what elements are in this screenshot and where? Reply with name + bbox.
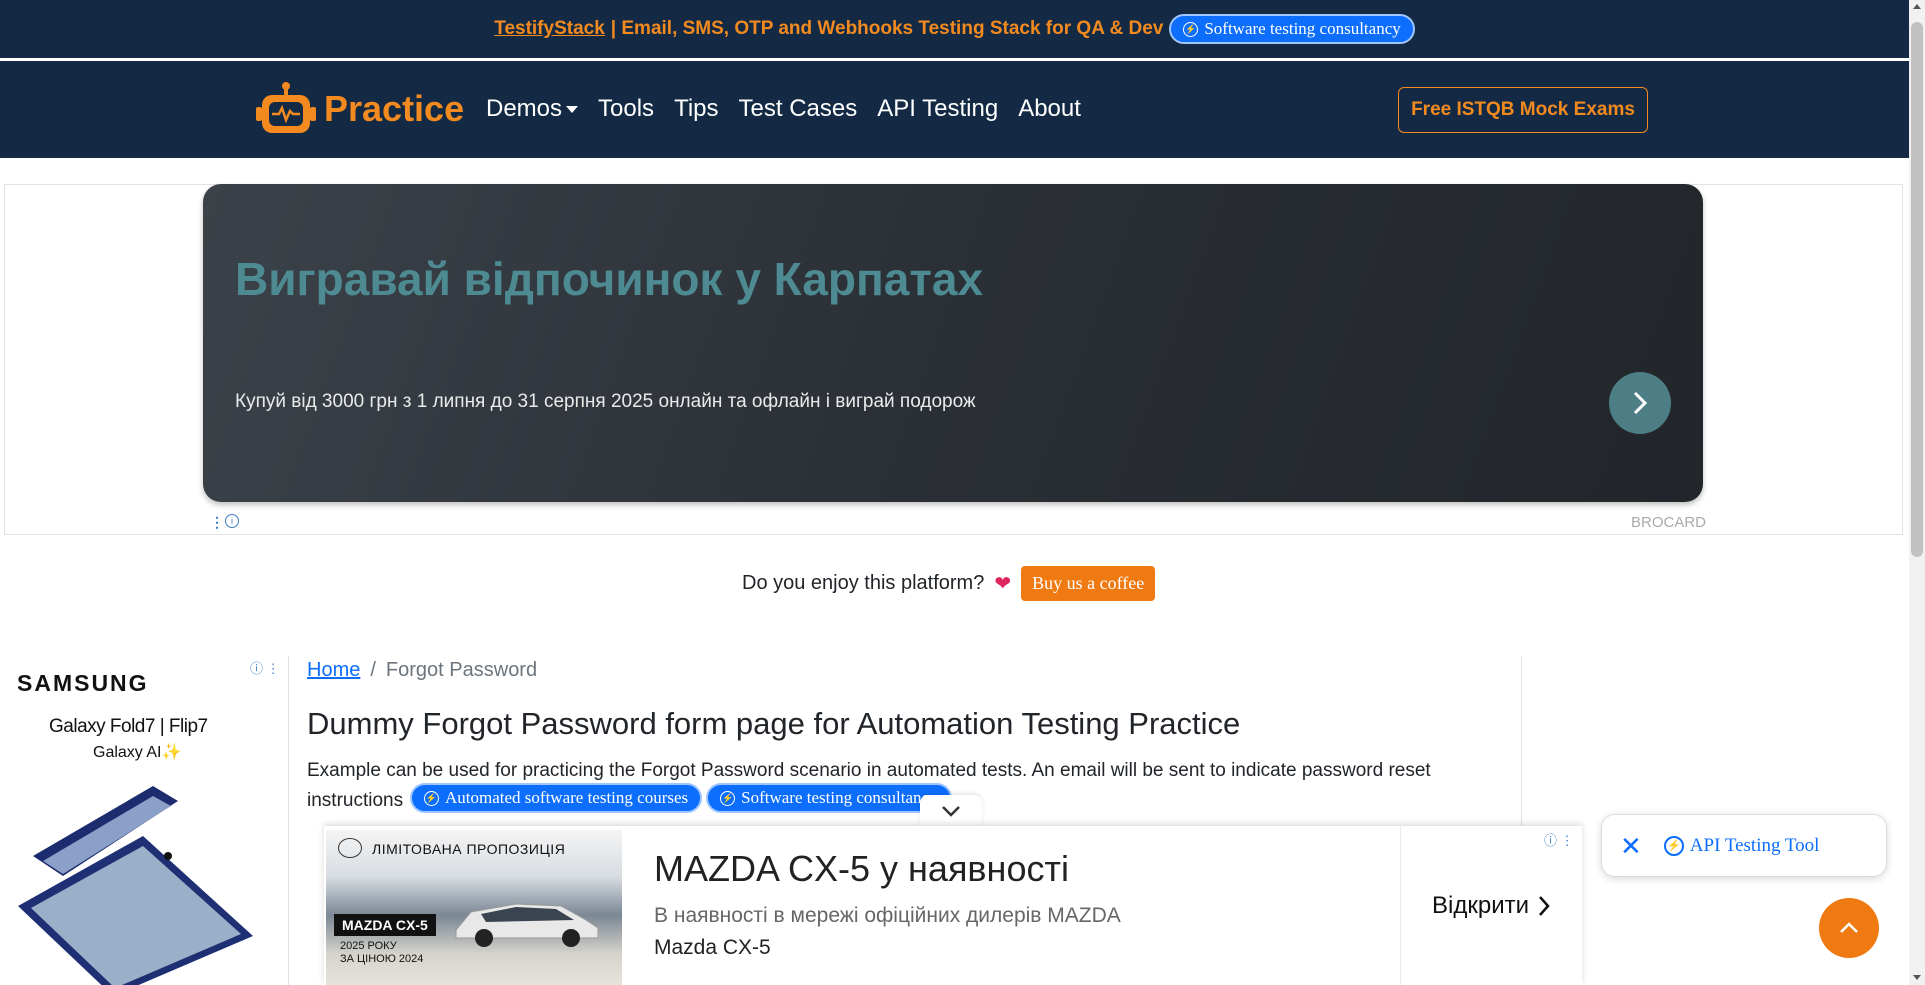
api-testing-tool-link[interactable]: ⚡ API Testing Tool	[1663, 834, 1820, 857]
ad-info-icon[interactable]: ⓘ ⋮	[1544, 830, 1574, 849]
consultancy-pill[interactable]: ⚡ Software testing consultancy	[706, 783, 952, 813]
testifystack-link[interactable]: TestifyStack	[494, 18, 605, 40]
top-ad-title: Вигравай відпочинок у Карпатах	[235, 253, 984, 305]
breadcrumb-separator: /	[370, 659, 376, 681]
chevron-down-icon	[942, 806, 960, 817]
nav-api-testing[interactable]: API Testing	[877, 95, 998, 123]
mazda-image-note: 2025 РОКУ ЗА ЦІНОЮ 2024	[340, 940, 424, 965]
chevron-up-icon	[1840, 922, 1858, 933]
nav-tools[interactable]: Tools	[598, 95, 654, 123]
mazda-open-label: Відкрити	[1432, 891, 1529, 919]
close-icon[interactable]: ✕	[1620, 833, 1642, 859]
top-ad-card[interactable]: Вигравай відпочинок у Карпатах Купуй від…	[203, 184, 1703, 502]
breadcrumb-current: Forgot Password	[385, 659, 538, 681]
caret-down-icon	[566, 106, 579, 114]
brand-name: Practice	[324, 88, 465, 129]
nav-tips[interactable]: Tips	[674, 95, 718, 123]
nav-demos-label: Demos	[486, 95, 563, 122]
scroll-up-arrow-icon[interactable]	[1913, 4, 1921, 9]
scroll-down-arrow-icon[interactable]	[1913, 975, 1921, 980]
mazda-image-badge: MAZDA CX-5	[334, 914, 436, 936]
consultancy-pill-label: Software testing consultancy	[1204, 19, 1401, 38]
breadcrumb-home[interactable]: Home	[307, 659, 360, 682]
page-title: Dummy Forgot Password form page for Auto…	[307, 706, 1241, 741]
istqb-mock-exams-button[interactable]: Free ISTQB Mock Exams	[1398, 87, 1648, 133]
nav-about[interactable]: About	[1018, 95, 1081, 123]
consultancy-pill[interactable]: ⚡ Software testing consultancy	[1169, 14, 1415, 44]
courses-pill-label: Automated software testing courses	[445, 788, 689, 807]
samsung-product: Galaxy Fold7 | Flip7	[49, 716, 208, 737]
page: TestifyStack | Email, SMS, OTP and Webho…	[0, 0, 1909, 985]
phone-image	[18, 786, 253, 985]
scrollbar-thumb[interactable]	[1911, 22, 1923, 557]
mazda-ad-image: ЛІМІТОВАНА ПРОПОЗИЦІЯ MAZDA CX-5 2025 РО…	[326, 830, 622, 985]
top-ad-subtitle: Купуй від 3000 грн з 1 липня до 31 серпн…	[235, 391, 976, 412]
right-divider	[1521, 656, 1522, 826]
top-ad-brand: BROCARD	[1631, 514, 1707, 531]
mazda-open-button[interactable]: Відкрити	[1400, 826, 1582, 985]
api-testing-tool-popup: ✕ ⚡ API Testing Tool	[1601, 814, 1887, 877]
mazda-logo-icon	[338, 838, 362, 858]
breadcrumb: Home / Forgot Password	[307, 659, 537, 682]
samsung-logo: SAMSUNG	[17, 670, 149, 696]
mazda-ad-subtitle: В наявності в мережі офіційних дилерів M…	[654, 904, 1121, 927]
ad-info-icon[interactable]: i	[225, 514, 239, 528]
coffee-prompt: Do you enjoy this platform? ❤ Buy us a c…	[742, 566, 1156, 601]
chevron-right-icon	[1633, 391, 1648, 415]
nav-demos[interactable]: Demos	[486, 95, 579, 123]
collapse-ad-button[interactable]	[920, 795, 982, 827]
car-image	[455, 903, 599, 947]
ad-info-icon[interactable]: ⓘ ⋮	[250, 658, 280, 677]
left-divider	[288, 656, 289, 985]
top-banner: TestifyStack | Email, SMS, OTP and Webho…	[0, 0, 1909, 58]
scroll-to-top-button[interactable]	[1819, 898, 1879, 958]
bolt-icon: ⚡	[424, 790, 439, 806]
ad-options-icon[interactable]: ⋮	[210, 514, 224, 531]
left-samsung-ad[interactable]: SAMSUNG Galaxy Fold7 | Flip7 Galaxy AI✨ …	[3, 656, 288, 985]
nav-menu: Demos Tools Tips Test Cases API Testing …	[486, 95, 1081, 123]
mazda-image-tag: ЛІМІТОВАНА ПРОПОЗИЦІЯ	[372, 841, 566, 857]
top-ad-arrow-button[interactable]	[1609, 372, 1671, 434]
courses-pill[interactable]: ⚡ Automated software testing courses	[410, 783, 703, 813]
bolt-icon: ⚡	[1663, 835, 1684, 856]
samsung-tagline: Galaxy AI✨	[93, 744, 182, 761]
coffee-text: Do you enjoy this platform?	[742, 572, 985, 594]
robot-icon	[256, 82, 316, 133]
banner-tagline: | Email, SMS, OTP and Webhooks Testing S…	[610, 18, 1164, 39]
bolt-icon: ⚡	[1183, 21, 1199, 37]
nav-test-cases[interactable]: Test Cases	[739, 95, 858, 123]
api-testing-tool-label: API Testing Tool	[1689, 834, 1820, 856]
buy-coffee-button[interactable]: Buy us a coffee	[1021, 566, 1156, 601]
bottom-mazda-ad[interactable]: ЛІМІТОВАНА ПРОПОЗИЦІЯ MAZDA CX-5 2025 РО…	[324, 826, 1582, 985]
navbar: Practice Demos Tools Tips Test Cases API…	[0, 61, 1909, 158]
chevron-right-icon	[1539, 895, 1550, 916]
promo-pills: ⚡ Automated software testing courses ⚡ S…	[410, 783, 952, 813]
mazda-ad-title: MAZDA CX-5 у наявності	[654, 848, 1069, 889]
brand-logo[interactable]: Practice	[256, 81, 464, 137]
consultancy-pill-label: Software testing consultancy	[741, 788, 938, 807]
mazda-ad-name: Mazda CX-5	[654, 936, 771, 959]
bolt-icon: ⚡	[720, 790, 736, 806]
heart-icon: ❤	[994, 573, 1012, 595]
